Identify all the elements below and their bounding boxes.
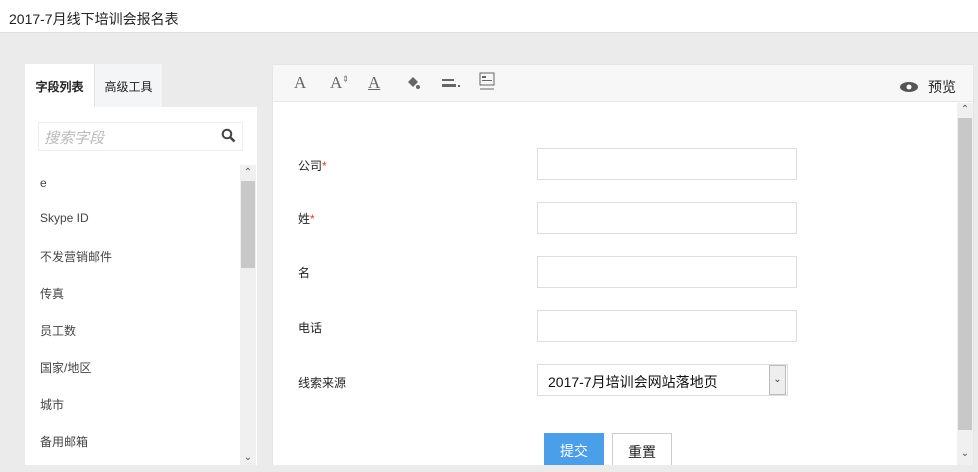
submit-button[interactable]: 提交	[544, 433, 604, 469]
scroll-down-icon[interactable]: ⌄	[240, 452, 256, 463]
label-company: 公司*	[298, 159, 327, 173]
font-size-icon[interactable]: A⇕	[330, 73, 349, 93]
fill-color-icon[interactable]	[405, 75, 421, 91]
field-item[interactable]: e	[40, 176, 47, 190]
reset-button[interactable]: 重置	[612, 433, 672, 469]
tab-field-list[interactable]: 字段列表	[25, 64, 94, 108]
form-scrollbar-thumb[interactable]	[958, 118, 972, 430]
field-item[interactable]: 备用邮箱	[40, 433, 88, 450]
page-title: 2017-7月线下培训会报名表	[0, 0, 978, 33]
preview-button[interactable]: 预览	[928, 77, 956, 97]
chevron-down-icon[interactable]: ⌄	[769, 365, 786, 395]
page-bottom	[0, 465, 978, 472]
field-item[interactable]: 员工数	[40, 322, 76, 339]
font-color-icon[interactable]: A	[368, 73, 380, 93]
search-placeholder: 搜索字段	[44, 130, 105, 147]
lead-source-value: 2017-7月培训会网站落地页	[548, 374, 718, 390]
field-item[interactable]: Skype ID	[40, 211, 89, 225]
scroll-up-icon[interactable]: ⌃	[240, 167, 256, 178]
label-lead-source: 线索来源	[298, 376, 347, 390]
search-input[interactable]: 搜索字段	[38, 122, 243, 151]
phone-input[interactable]	[537, 310, 797, 342]
label-phone: 电话	[298, 321, 323, 335]
last-name-input[interactable]	[537, 202, 797, 234]
search-icon[interactable]	[221, 128, 236, 143]
field-item[interactable]: 不发营销邮件	[40, 248, 112, 265]
field-item[interactable]: 城市	[40, 396, 64, 413]
field-item[interactable]: 国家/地区	[40, 359, 91, 376]
toolbar: A A⇕ A 预览	[273, 65, 973, 102]
company-input[interactable]	[537, 148, 797, 180]
required-marker: *	[322, 159, 327, 173]
eye-icon[interactable]	[899, 81, 919, 93]
tab-advanced-tools[interactable]: 高级工具	[94, 64, 162, 108]
scroll-up-icon[interactable]: ⌃	[957, 104, 973, 115]
lead-source-select[interactable]: 2017-7月培训会网站落地页 ⌄	[537, 364, 788, 396]
first-name-input[interactable]	[537, 256, 797, 288]
required-marker: *	[310, 212, 315, 226]
scroll-down-icon[interactable]: ⌄	[957, 448, 973, 459]
line-style-icon[interactable]	[442, 77, 462, 89]
font-icon[interactable]: A	[294, 73, 306, 93]
field-item[interactable]: 传真	[40, 285, 64, 302]
layout-width-icon[interactable]	[479, 72, 495, 92]
field-list-scrollbar-thumb[interactable]	[241, 181, 255, 268]
label-first-name: 名	[298, 266, 311, 280]
label-last-name: 姓*	[298, 212, 315, 226]
